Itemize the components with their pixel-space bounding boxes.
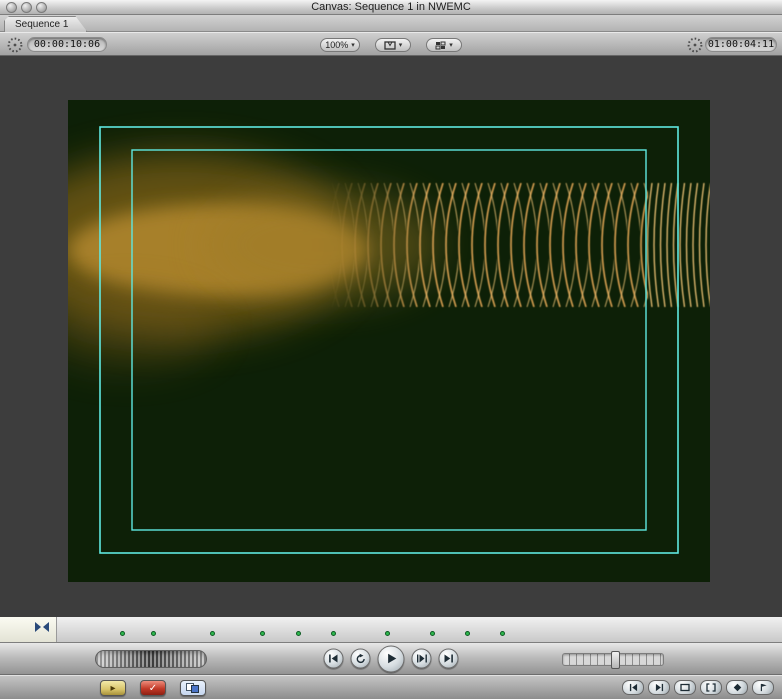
tab-strip: Sequence 1 — [0, 15, 782, 32]
clock-icon — [687, 37, 703, 53]
mark-clip-button[interactable] — [700, 680, 722, 695]
keyframe-marker[interactable] — [260, 631, 266, 636]
dual-view-icon — [186, 683, 200, 693]
canvas-window: Canvas: Sequence 1 in NWEMC Sequence 1 0… — [0, 0, 782, 699]
previous-edit-icon — [329, 654, 338, 663]
play-in-to-out-icon — [416, 654, 427, 663]
shuttle-control[interactable] — [562, 651, 664, 669]
previous-frame-button[interactable] — [622, 680, 644, 695]
transport-buttons — [323, 645, 459, 672]
play-button[interactable] — [377, 645, 405, 672]
clock-icon — [7, 37, 23, 53]
keyframe-marker[interactable] — [150, 631, 156, 636]
play-icon — [387, 653, 396, 664]
view-mode-button[interactable] — [180, 680, 206, 696]
zoom-popup[interactable]: 100% ▾ — [320, 38, 360, 52]
clip-overlay-icon: ▸ — [110, 682, 116, 694]
add-marker-button[interactable] — [752, 680, 774, 695]
view-popup-icon — [384, 40, 396, 50]
wave-arc-pattern — [330, 183, 710, 307]
previous-edit-button[interactable] — [323, 648, 344, 669]
keyframe-diamond-icon — [733, 683, 741, 692]
add-keyframe-button[interactable] — [726, 680, 748, 695]
check-icon: ✓ — [148, 682, 158, 694]
canvas-view-area[interactable] — [0, 56, 782, 617]
clip-overlay-button[interactable]: ▸ — [100, 680, 126, 696]
title-bar[interactable]: Canvas: Sequence 1 in NWEMC — [0, 0, 782, 15]
view-popup[interactable]: ▾ — [375, 38, 411, 52]
tab-label: Sequence 1 — [15, 19, 69, 30]
shuttle-handle[interactable] — [611, 651, 620, 669]
zoom-value: 100% — [325, 40, 349, 50]
scrubber-bar[interactable] — [0, 617, 782, 643]
keyframe-marker[interactable] — [295, 631, 301, 636]
keyframe-marker[interactable] — [384, 631, 390, 636]
chevron-down-icon: ▾ — [449, 41, 453, 49]
render-check-button[interactable]: ✓ — [140, 680, 166, 696]
layout-popup[interactable]: ▾ — [426, 38, 462, 52]
chevron-down-icon: ▾ — [351, 41, 355, 49]
keyframe-marker[interactable] — [464, 631, 470, 636]
next-edit-icon — [444, 654, 453, 663]
layout-popup-icon — [435, 41, 446, 49]
scrubber-markers — [0, 617, 782, 642]
play-around-icon — [356, 653, 365, 663]
canvas-toolbar: 00:00:10:06 100% ▾ ▾ ▾ 01:00:04:11 — [0, 32, 782, 56]
marker-flag-icon — [760, 683, 767, 692]
keyframe-marker[interactable] — [209, 631, 215, 636]
play-in-to-out-button[interactable] — [411, 648, 432, 669]
jog-control[interactable] — [95, 650, 207, 668]
tab-sequence-1[interactable]: Sequence 1 — [4, 16, 87, 32]
keyframe-marker[interactable] — [499, 631, 505, 636]
right-button-group — [622, 680, 774, 695]
next-frame-icon — [655, 683, 663, 692]
match-frame-icon — [680, 683, 690, 692]
keyframe-marker[interactable] — [119, 631, 125, 636]
match-frame-button[interactable] — [674, 680, 696, 695]
mark-clip-icon — [706, 683, 716, 692]
bottom-button-bar: ▸ ✓ — [0, 675, 782, 699]
timeline-timecode-field[interactable]: 01:00:04:11 — [705, 37, 777, 52]
chevron-down-icon: ▾ — [398, 41, 403, 49]
left-button-group: ▸ ✓ — [100, 680, 206, 696]
next-edit-button[interactable] — [438, 648, 459, 669]
transport-bar — [0, 643, 782, 675]
keyframe-marker[interactable] — [330, 631, 336, 636]
play-around-button[interactable] — [350, 648, 371, 669]
previous-frame-icon — [629, 683, 637, 692]
current-timecode-field[interactable]: 00:00:10:06 — [27, 37, 107, 52]
window-title: Canvas: Sequence 1 in NWEMC — [311, 1, 471, 13]
video-frame[interactable] — [68, 100, 710, 582]
keyframe-marker[interactable] — [430, 631, 436, 636]
next-frame-button[interactable] — [648, 680, 670, 695]
